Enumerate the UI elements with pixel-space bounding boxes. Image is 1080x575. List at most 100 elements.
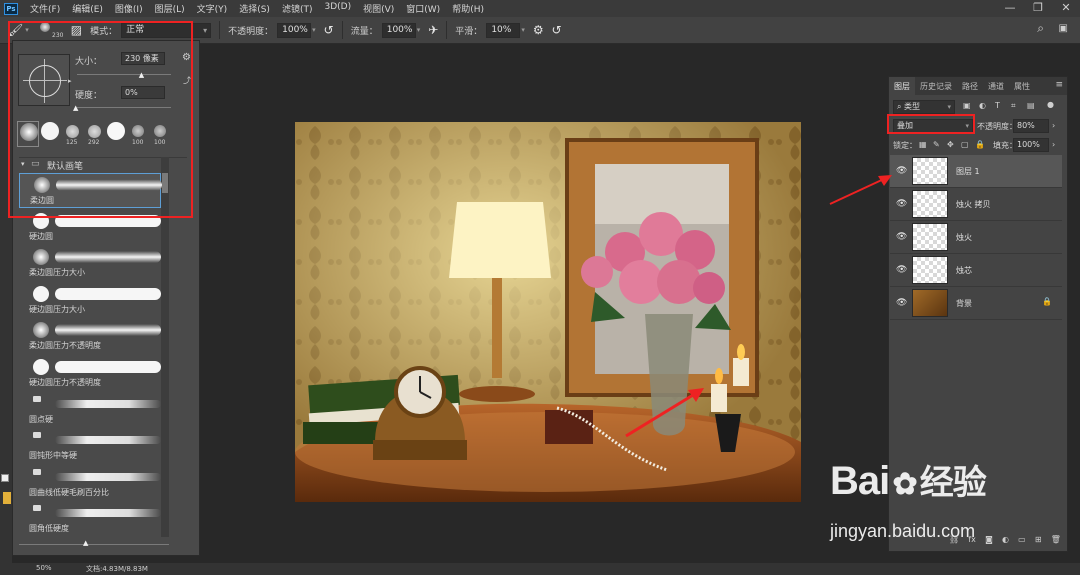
brush-stroke-preview bbox=[55, 399, 161, 408]
document-canvas[interactable] bbox=[295, 122, 801, 502]
brush-tip-icon bbox=[33, 432, 41, 439]
pressure-size-icon[interactable]: ↺ bbox=[552, 23, 562, 37]
opacity-value: 100% bbox=[282, 24, 308, 35]
shape-filter-icon[interactable]: ⌗ bbox=[1011, 101, 1016, 111]
new-group-icon[interactable]: ▭ bbox=[1018, 535, 1026, 547]
eye-icon[interactable]: 👁 bbox=[896, 298, 907, 308]
brush-stroke-preview bbox=[55, 436, 161, 445]
trash-icon[interactable]: 🗑 bbox=[1051, 535, 1061, 547]
flow-input[interactable]: 100% bbox=[381, 22, 416, 38]
brush-preset-item[interactable]: 硬边圆压力大小 bbox=[19, 283, 161, 318]
layer-opacity-input[interactable]: 80% bbox=[1013, 119, 1049, 133]
filter-kind-value: 类型 bbox=[904, 102, 921, 111]
document-info[interactable]: 文档:4.83M/8.83M bbox=[86, 564, 148, 574]
window-controls: — ❐ ✕ bbox=[996, 0, 1080, 17]
brush-preset-item[interactable]: 柔边圆压力大小 bbox=[19, 246, 161, 281]
thumbnail-size-thumb[interactable]: ▲ bbox=[83, 539, 88, 547]
panel-menu-icon[interactable]: ≡ bbox=[1055, 80, 1063, 90]
brush-stroke-preview bbox=[55, 251, 161, 264]
layer-row[interactable]: 👁 图层 1 bbox=[890, 155, 1062, 188]
opacity-input[interactable]: 100% bbox=[277, 22, 312, 38]
filter-kind-select[interactable]: ⌕ 类型 ▾ bbox=[893, 100, 955, 114]
zoom-level[interactable]: 50% bbox=[36, 564, 52, 572]
background-color-swatch[interactable] bbox=[3, 492, 11, 504]
new-layer-icon[interactable]: ⊞ bbox=[1035, 535, 1042, 547]
annotation-arrow-icon bbox=[625, 388, 704, 438]
adjustment-filter-icon[interactable]: ◐ bbox=[979, 101, 986, 110]
lock-position-icon[interactable]: ✥ bbox=[947, 140, 954, 149]
panel-tab[interactable]: 属性 bbox=[1009, 77, 1035, 95]
filter-toggle-icon[interactable]: ● bbox=[1047, 100, 1054, 109]
brush-preset-name: 硬边圆压力不透明度 bbox=[29, 378, 101, 387]
menu-item[interactable]: 文件(F) bbox=[24, 2, 66, 15]
layer-row[interactable]: 👁 烛火 bbox=[890, 221, 1062, 254]
panel-tab[interactable]: 图层 bbox=[889, 77, 915, 95]
layer-opacity-value: 80% bbox=[1017, 121, 1035, 130]
layer-row[interactable]: 👁 烛芯 bbox=[890, 254, 1062, 287]
search-icon[interactable]: ⌕ bbox=[1037, 21, 1044, 36]
menu-item[interactable]: 编辑(E) bbox=[66, 2, 109, 15]
eye-icon[interactable]: 👁 bbox=[896, 265, 907, 275]
smoothing-input[interactable]: 10% bbox=[486, 22, 521, 38]
fill-input[interactable]: 100% bbox=[1013, 138, 1049, 152]
chevron-down-icon: ▾ bbox=[203, 25, 208, 35]
eye-icon[interactable]: 👁 bbox=[896, 199, 907, 209]
menu-item[interactable]: 窗口(W) bbox=[400, 2, 446, 15]
layer-row[interactable]: 👁 背景 🔒 bbox=[890, 287, 1062, 320]
lock-icon: 🔒 bbox=[1042, 297, 1052, 306]
menu-item[interactable]: 视图(V) bbox=[357, 2, 400, 15]
brush-preset-item[interactable]: 圆点硬 bbox=[19, 393, 161, 428]
brush-preset-item[interactable]: 圆钝形中等硬 bbox=[19, 429, 161, 464]
brush-preset-name: 柔边圆压力不透明度 bbox=[29, 341, 101, 351]
brush-preset-item[interactable]: 圆角低硬度 bbox=[19, 502, 161, 537]
brush-preset-item[interactable]: 硬边圆压力不透明度 bbox=[19, 356, 161, 391]
panel-tab[interactable]: 通道 bbox=[983, 77, 1009, 95]
pixel-filter-icon[interactable]: ▣ bbox=[963, 101, 971, 110]
close-button[interactable]: ✕ bbox=[1052, 0, 1080, 17]
panel-tab[interactable]: 路径 bbox=[957, 77, 983, 95]
workspace-icon[interactable]: ▣ bbox=[1059, 23, 1068, 34]
menu-item[interactable]: 文字(Y) bbox=[191, 2, 234, 15]
type-filter-icon[interactable]: T bbox=[995, 101, 1000, 110]
chevron-right-icon[interactable]: › bbox=[1052, 121, 1055, 130]
brush-preset-item[interactable]: 柔边圆压力不透明度 bbox=[19, 319, 161, 354]
brush-preset-name: 硬边圆 bbox=[29, 231, 53, 241]
menu-item[interactable]: 滤镜(T) bbox=[276, 2, 319, 15]
adjustment-layer-icon[interactable]: ◐ bbox=[1002, 535, 1009, 547]
brush-preset-name: 柔边圆压力大小 bbox=[29, 268, 85, 278]
menu-item[interactable]: 图像(I) bbox=[109, 2, 149, 15]
thumbnail-size-slider[interactable] bbox=[19, 544, 169, 545]
opacity-dropdown-icon[interactable]: ▾ bbox=[312, 26, 316, 34]
foreground-color-swatch[interactable] bbox=[1, 474, 9, 482]
gear-icon[interactable]: ⚙ bbox=[533, 23, 544, 37]
airbrush-icon[interactable]: ✈ bbox=[428, 23, 438, 37]
smart-object-filter-icon[interactable]: ▤ bbox=[1027, 101, 1035, 110]
smoothing-label: 平滑： bbox=[455, 26, 483, 37]
search-icon: ⌕ bbox=[897, 102, 905, 111]
panel-tab[interactable]: 历史记录 bbox=[915, 77, 957, 95]
menu-item[interactable]: 3D(D) bbox=[318, 2, 357, 15]
brush-stroke-preview bbox=[55, 509, 161, 518]
eye-icon[interactable]: 👁 bbox=[896, 232, 907, 242]
menu-item[interactable]: 图层(L) bbox=[149, 2, 191, 15]
restore-button[interactable]: ❐ bbox=[1024, 0, 1052, 17]
lock-artboard-icon[interactable]: ▢ bbox=[961, 140, 969, 149]
brush-preset-item[interactable]: 圆曲线低硬毛刷百分比 bbox=[19, 466, 161, 501]
menu-item[interactable]: 选择(S) bbox=[233, 2, 276, 15]
lock-transparent-icon[interactable]: ▦ bbox=[919, 140, 927, 149]
smoothing-dropdown-icon[interactable]: ▾ bbox=[521, 26, 525, 34]
layer-row[interactable]: 👁 烛火 拷贝 bbox=[890, 188, 1062, 221]
pressure-opacity-icon[interactable]: ↺ bbox=[324, 23, 334, 37]
brush-tip-icon bbox=[33, 395, 41, 402]
layer-name: 烛火 拷贝 bbox=[956, 200, 991, 209]
menu-item[interactable]: 帮助(H) bbox=[446, 2, 490, 15]
eye-icon[interactable]: 👁 bbox=[896, 166, 907, 176]
mask-icon[interactable]: ◙ bbox=[985, 535, 993, 547]
watermark-brand: Bai bbox=[830, 459, 890, 503]
lock-image-icon[interactable]: ✎ bbox=[933, 140, 940, 149]
minimize-button[interactable]: — bbox=[996, 0, 1024, 17]
lock-all-icon[interactable]: 🔒 bbox=[975, 140, 985, 149]
chevron-right-icon[interactable]: › bbox=[1052, 140, 1055, 149]
flow-dropdown-icon[interactable]: ▾ bbox=[417, 26, 421, 34]
divider bbox=[341, 21, 343, 39]
